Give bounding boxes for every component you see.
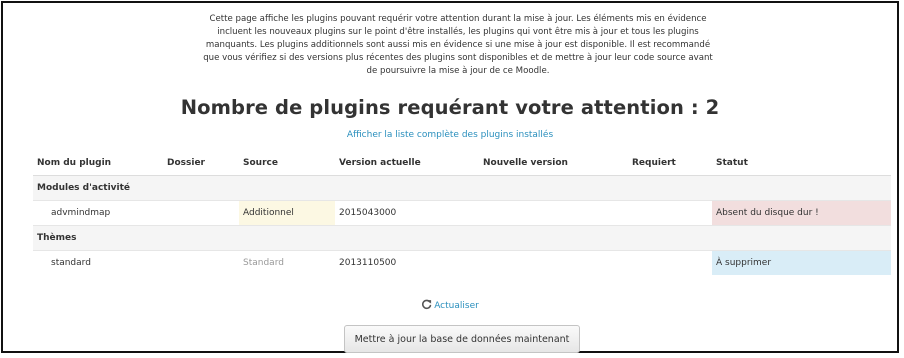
intro-paragraph: Cette page affiche les plugins pouvant r… <box>203 14 713 77</box>
plugin-source: Standard <box>239 250 335 275</box>
plugin-current-version: 2013110500 <box>335 250 479 275</box>
table-header-row: Nom du plugin Dossier Source Version act… <box>33 151 891 176</box>
plugin-name: standard <box>33 250 163 275</box>
refresh-icon[interactable] <box>421 299 432 313</box>
group-label: Modules d'activité <box>33 175 891 201</box>
plugin-directory <box>163 200 239 226</box>
plugin-new-version <box>479 250 628 275</box>
plugin-current-version: 2015043000 <box>335 200 479 226</box>
group-row-activity-modules: Modules d'activité <box>33 175 891 201</box>
col-header-requires: Requiert <box>628 151 712 176</box>
plugin-row-advmindmap: advmindmap Additionnel 2015043000 Absent… <box>33 200 891 226</box>
plugin-requires <box>628 250 712 275</box>
show-all-plugins-link[interactable]: Afficher la liste complète des plugins i… <box>3 130 897 140</box>
plugin-new-version <box>479 200 628 226</box>
col-header-directory: Dossier <box>163 151 239 176</box>
group-label: Thèmes <box>33 225 891 251</box>
col-header-plugin-name: Nom du plugin <box>33 151 163 176</box>
plugin-row-standard: standard Standard 2013110500 À supprimer <box>33 250 891 275</box>
plugins-table: Nom du plugin Dossier Source Version act… <box>33 151 891 275</box>
upgrade-database-button[interactable]: Mettre à jour la base de données mainten… <box>344 325 580 353</box>
plugin-source: Additionnel <box>239 200 335 226</box>
col-header-new-version: Nouvelle version <box>479 151 628 176</box>
refresh-link-label[interactable]: Actualiser <box>434 301 479 311</box>
col-header-current-version: Version actuelle <box>335 151 479 176</box>
refresh-link[interactable]: Actualiser <box>3 299 897 313</box>
plugin-directory <box>163 250 239 275</box>
page-heading: Nombre de plugins requérant votre attent… <box>180 96 720 119</box>
col-header-source: Source <box>239 151 335 176</box>
col-header-status: Statut <box>712 151 891 176</box>
plugin-status: À supprimer <box>712 250 891 275</box>
group-row-themes: Thèmes <box>33 225 891 251</box>
plugin-requires <box>628 200 712 226</box>
page-frame: Cette page affiche les plugins pouvant r… <box>1 1 899 353</box>
plugin-name: advmindmap <box>33 200 163 226</box>
plugin-status: Absent du disque dur ! <box>712 200 891 226</box>
